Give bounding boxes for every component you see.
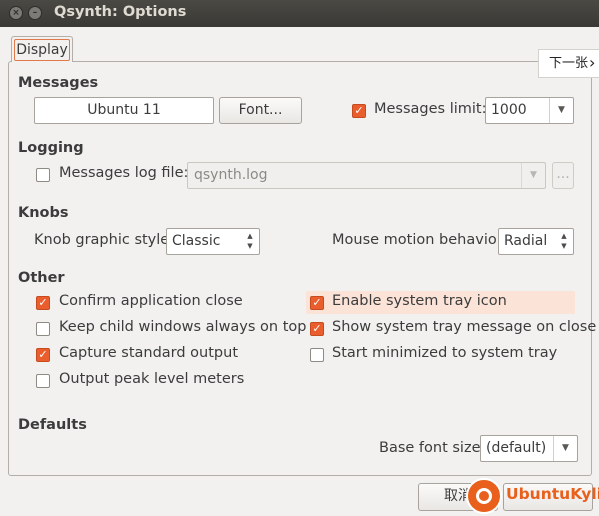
- title-bar: × – Qsynth: Options: [0, 0, 599, 27]
- next-page-label: 下一张: [549, 56, 589, 71]
- tray-message-label: Show system tray message on close: [332, 319, 597, 335]
- font-button[interactable]: Font...: [219, 97, 302, 124]
- messages-limit-label: Messages limit:: [374, 101, 487, 117]
- checkmark-icon: ✓: [38, 348, 48, 361]
- updown-arrows-icon: ▲ ▼: [245, 231, 255, 251]
- minimize-icon: –: [32, 8, 38, 18]
- knob-style-label: Knob graphic style:: [34, 232, 175, 248]
- knob-style-value: Classic: [172, 233, 221, 249]
- messages-limit-checkbox[interactable]: ✓: [352, 104, 366, 118]
- tab-display-label: Display: [14, 39, 70, 61]
- capture-stdout-label: Capture standard output: [59, 345, 239, 361]
- start-minimized-checkbox[interactable]: [310, 348, 324, 362]
- motion-behavior-label: Mouse motion behavior:: [332, 232, 508, 248]
- down-arrow-icon: ▼: [247, 242, 253, 250]
- dropdown-arrow-icon: ▼: [521, 163, 545, 188]
- capture-stdout-checkbox[interactable]: ✓: [36, 348, 50, 362]
- up-arrow-icon: ▲: [247, 232, 253, 240]
- dropdown-arrow-icon: ▼: [549, 98, 573, 123]
- messages-section-title: Messages: [18, 75, 99, 91]
- updown-arrows-icon: ▲ ▼: [559, 231, 569, 251]
- messages-limit-combo[interactable]: 1000 ▼: [485, 97, 574, 124]
- base-font-label: Base font size:: [379, 440, 486, 456]
- log-file-checkbox[interactable]: [36, 168, 50, 182]
- other-section-title: Other: [18, 270, 65, 286]
- keep-on-top-checkbox[interactable]: [36, 322, 50, 336]
- peak-meters-label: Output peak level meters: [59, 371, 245, 387]
- system-tray-label: Enable system tray icon: [332, 293, 507, 309]
- motion-behavior-select[interactable]: Radial ▲ ▼: [498, 228, 574, 255]
- system-tray-checkbox[interactable]: ✓: [310, 296, 324, 310]
- checkmark-icon: ✓: [38, 296, 48, 309]
- font-sample-display: Ubuntu 11: [34, 97, 214, 124]
- start-minimized-label: Start minimized to system tray: [332, 345, 558, 361]
- tray-message-checkbox[interactable]: ✓: [310, 322, 324, 336]
- checkmark-icon: ✓: [354, 104, 364, 117]
- messages-limit-value: 1000: [491, 102, 527, 118]
- defaults-section-title: Defaults: [18, 417, 87, 433]
- next-page-button[interactable]: 下一张 ›: [538, 49, 599, 78]
- knob-style-select[interactable]: Classic ▲ ▼: [166, 228, 260, 255]
- confirm-close-checkbox[interactable]: ✓: [36, 296, 50, 310]
- down-arrow-icon: ▼: [561, 242, 567, 250]
- base-font-value: (default): [486, 440, 547, 456]
- watermark: UbuntuKylin: [466, 478, 599, 516]
- keep-on-top-label: Keep child windows always on top: [59, 319, 307, 335]
- chevron-right-icon: ›: [589, 53, 596, 72]
- checkmark-icon: ✓: [312, 322, 322, 335]
- log-file-combo: qsynth.log ▼: [187, 162, 546, 189]
- peak-meters-checkbox[interactable]: [36, 374, 50, 388]
- motion-behavior-value: Radial: [504, 233, 548, 249]
- knobs-section-title: Knobs: [18, 205, 69, 221]
- window-title: Qsynth: Options: [54, 4, 187, 20]
- logging-section-title: Logging: [18, 140, 84, 156]
- close-window-button[interactable]: ×: [9, 6, 23, 20]
- tab-display[interactable]: Display: [11, 36, 73, 62]
- log-file-browse-button: ...: [552, 162, 574, 189]
- confirm-close-label: Confirm application close: [59, 293, 243, 309]
- dropdown-arrow-icon: ▼: [553, 436, 577, 461]
- checkmark-icon: ✓: [312, 296, 322, 309]
- minimize-window-button[interactable]: –: [28, 6, 42, 20]
- watermark-text: UbuntuKylin: [506, 485, 599, 503]
- log-file-label: Messages log file:: [59, 165, 189, 181]
- close-icon: ×: [12, 8, 20, 18]
- up-arrow-icon: ▲: [561, 232, 567, 240]
- base-font-combo[interactable]: (default) ▼: [480, 435, 578, 462]
- log-file-value: qsynth.log: [194, 167, 268, 183]
- ubuntukylin-logo-icon: [466, 478, 502, 514]
